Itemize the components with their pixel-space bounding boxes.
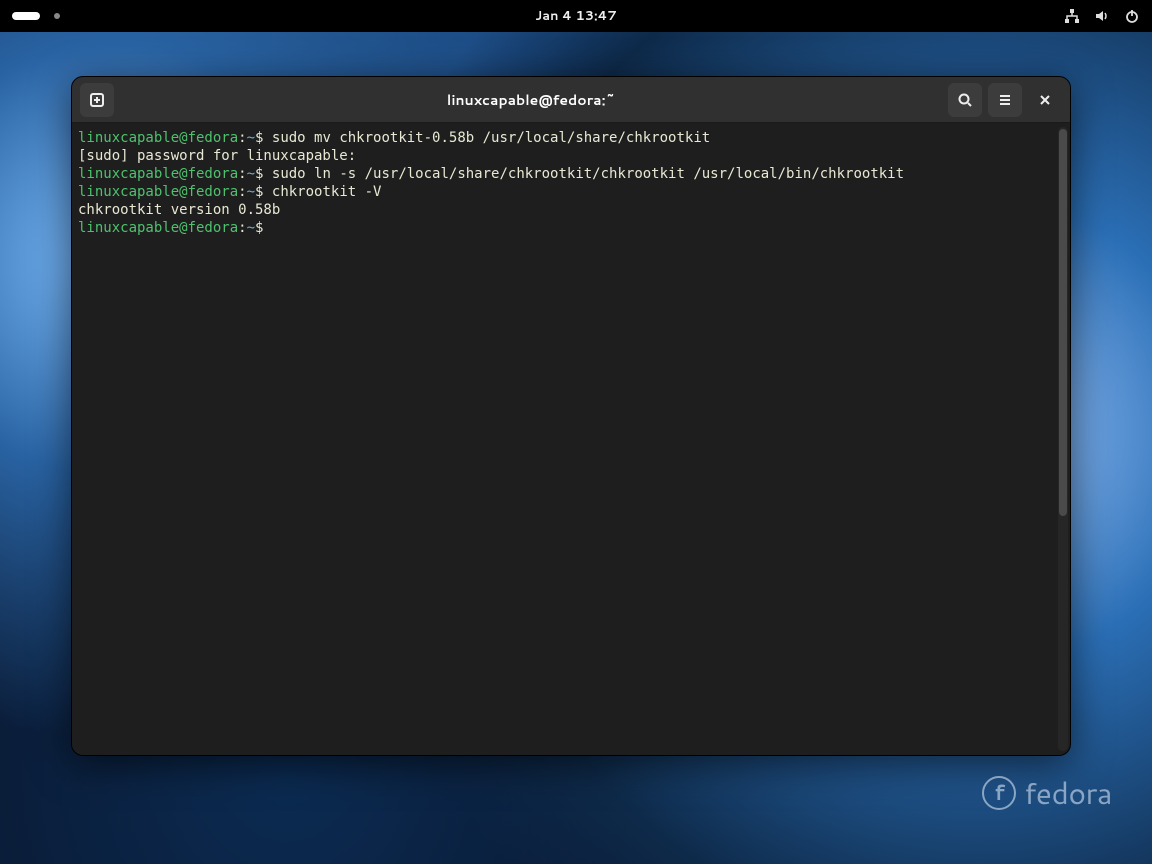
fedora-watermark: f fedora	[982, 771, 1112, 814]
system-tray[interactable]	[1064, 8, 1140, 24]
close-button[interactable]	[1028, 83, 1062, 117]
window-title: linuxcapable@fedora:~	[114, 90, 948, 110]
activities-pill[interactable]	[12, 12, 40, 20]
fedora-watermark-text: fedora	[1024, 771, 1112, 814]
desktop-background: Jan 4 13:47 linuxcapable@fedora:~	[0, 0, 1152, 864]
volume-icon[interactable]	[1094, 8, 1110, 24]
top-panel: Jan 4 13:47	[0, 0, 1152, 32]
menu-button[interactable]	[988, 83, 1022, 117]
titlebar[interactable]: linuxcapable@fedora:~	[72, 77, 1070, 123]
terminal-window: linuxcapable@fedora:~ linuxcapable@fedor…	[71, 76, 1071, 756]
terminal-body[interactable]: linuxcapable@fedora:~$ sudo mv chkrootki…	[72, 123, 1070, 755]
terminal-output[interactable]: linuxcapable@fedora:~$ sudo mv chkrootki…	[78, 129, 1070, 237]
scrollbar-thumb[interactable]	[1059, 129, 1067, 516]
fedora-logo-icon: f	[982, 776, 1016, 810]
clock[interactable]: Jan 4 13:47	[535, 7, 617, 25]
datetime-label: Jan 4 13:47	[535, 7, 617, 25]
new-tab-button[interactable]	[80, 83, 114, 117]
scrollbar[interactable]	[1058, 127, 1068, 751]
workspace-dot[interactable]	[54, 13, 60, 19]
activities-area[interactable]	[12, 12, 60, 20]
network-icon[interactable]	[1064, 8, 1080, 24]
power-icon[interactable]	[1124, 8, 1140, 24]
search-button[interactable]	[948, 83, 982, 117]
